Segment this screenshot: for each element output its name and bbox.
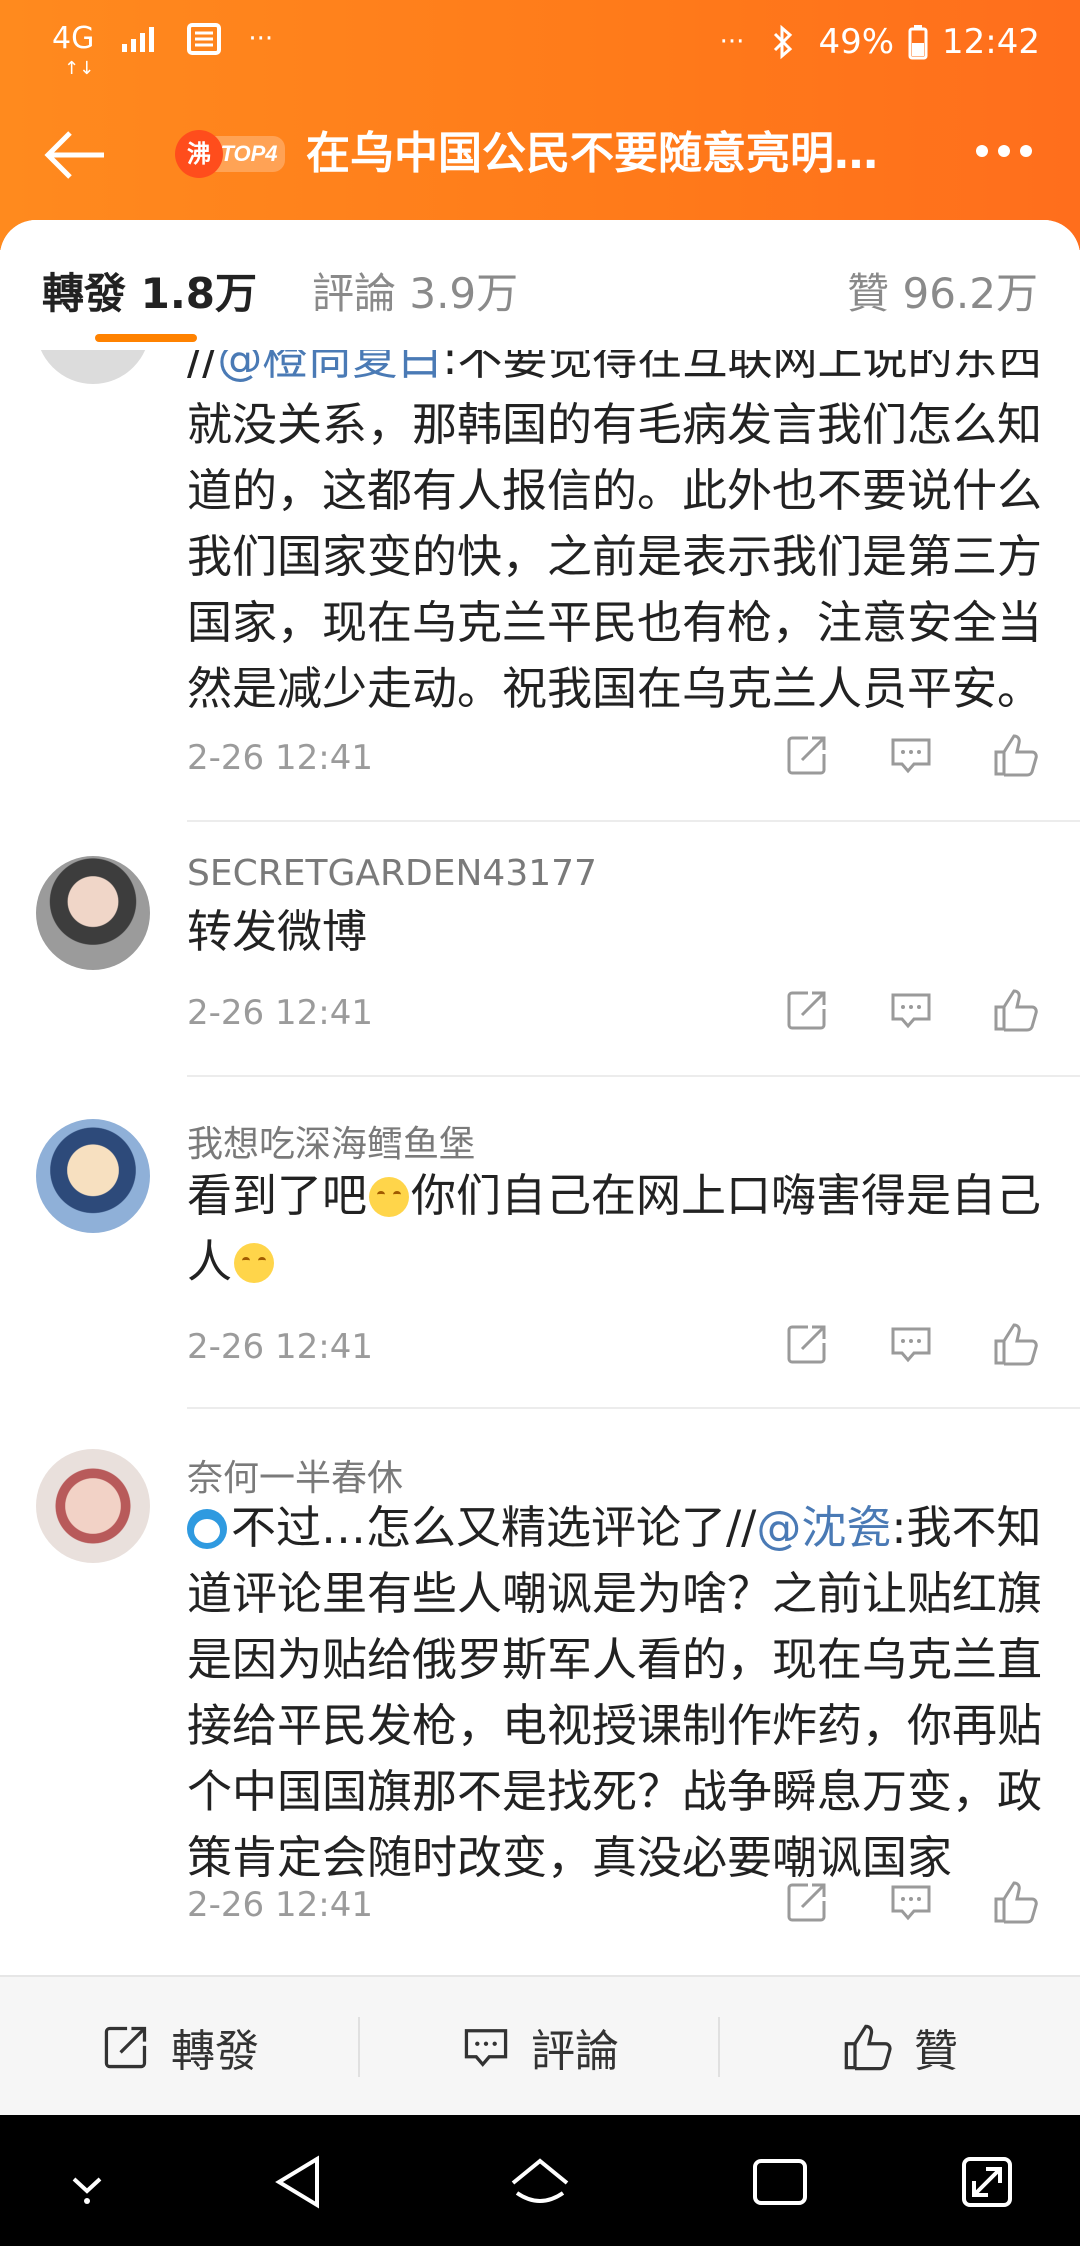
share-icon[interactable] [784, 1879, 830, 1925]
svg-text:TOP4: TOP4 [220, 141, 277, 166]
repost-button[interactable]: 轉發 [0, 1977, 360, 2117]
svg-text:沸: 沸 [187, 140, 211, 168]
status-more: ··· [248, 24, 274, 54]
tab-repost[interactable]: 轉發 1.8万 [42, 260, 257, 321]
comment-icon[interactable] [888, 732, 934, 778]
hot-rank-badge[interactable]: TOP4 沸 [175, 128, 287, 180]
hide-keyboard-icon[interactable] [52, 2147, 122, 2217]
bluetooth-icon [774, 24, 793, 60]
smile-emoji-icon [234, 1243, 275, 1283]
comment-text: 不过…怎么又精选评论了//@沈瓷:我不知道评论里有些人嘲讽是为啥？之前让贴红旗是… [187, 1501, 1043, 1884]
tab-bar: 轉發 1.8万 評論 3.9万 贊 96.2万 [0, 220, 1080, 350]
network-indicator: 4G ↑↓ [52, 21, 95, 80]
expand-icon[interactable] [952, 2147, 1022, 2217]
smile-emoji-icon [369, 1177, 410, 1217]
avatar[interactable] [36, 856, 150, 970]
signal-icon [122, 27, 155, 52]
thumbs-up-icon[interactable] [992, 1879, 1040, 1925]
doraemon-emoji-icon [187, 1509, 227, 1549]
more-options-button[interactable] [976, 136, 1040, 166]
thumbs-up-icon[interactable] [992, 1321, 1040, 1367]
share-icon[interactable] [784, 1321, 830, 1367]
like-button[interactable]: 贊 [720, 1977, 1080, 2117]
item-actions [784, 1879, 1040, 1925]
battery-icon [908, 25, 928, 60]
repost-feed: //@橙尚夏白:不要觉得在互联网上说的东西就没关系，那韩国的有毛病发言我们怎么知… [0, 350, 1080, 1975]
like-label: 贊 [914, 2026, 958, 2077]
item-actions [784, 732, 1040, 778]
thumbs-up-icon[interactable] [992, 987, 1040, 1033]
username[interactable]: 奈何一半春休 [187, 1449, 403, 1501]
back-triangle-icon[interactable] [265, 2147, 335, 2217]
divider [187, 1407, 1080, 1409]
comment-icon[interactable] [888, 1321, 934, 1367]
repost-label: 轉發 [171, 2026, 259, 2077]
timestamp: 2-26 12:41 [187, 1327, 373, 1367]
timestamp: 2-26 12:41 [187, 993, 373, 1033]
comment-text: 看到了吧 你们自己在网上口嗨害得是自己人 [187, 1169, 1042, 1288]
avatar[interactable] [36, 1449, 150, 1563]
comment-text: //@橙尚夏白:不要觉得在互联网上说的东西就没关系，那韩国的有毛病发言我们怎么知… [187, 350, 1047, 722]
comment-text: 转发微博 [187, 905, 368, 958]
username[interactable]: 我想吃深海鳕鱼堡 [187, 1115, 475, 1167]
nav-bar: TOP4 沸 在乌中国公民不要随意亮明… [0, 100, 1080, 210]
tab-like[interactable]: 贊 96.2万 [847, 260, 1038, 321]
active-tab-indicator [95, 334, 197, 342]
back-arrow-icon[interactable] [40, 125, 110, 185]
thumbs-up-icon[interactable] [992, 732, 1040, 778]
news-icon [187, 23, 222, 55]
avatar[interactable] [36, 1119, 150, 1233]
status-bar: 4G ↑↓ ··· ··· 49% 12:42 [0, 0, 1080, 92]
timestamp: 2-26 12:41 [187, 1885, 373, 1925]
tab-comment[interactable]: 評論 3.9万 [312, 260, 518, 321]
battery-percent: 49% [818, 22, 895, 62]
comment-icon[interactable] [888, 1879, 934, 1925]
share-icon [104, 2026, 147, 2069]
username[interactable]: SECRETGARDEN43177 [187, 853, 597, 894]
status-dots: ··· [719, 27, 745, 57]
comment-icon[interactable] [888, 987, 934, 1033]
divider [187, 820, 1080, 822]
content-sheet: 轉發 1.8万 評論 3.9万 贊 96.2万 //@橙尚夏白:不要觉得在互联网… [0, 220, 1080, 1975]
share-icon[interactable] [784, 987, 830, 1033]
comment-icon [464, 2029, 508, 2067]
mention-link[interactable]: @沈瓷 [756, 1501, 891, 1554]
comment-button[interactable]: 評論 [360, 1977, 720, 2117]
home-icon[interactable] [505, 2147, 575, 2217]
share-icon[interactable] [784, 732, 830, 778]
system-navigation-bar [0, 2115, 1080, 2246]
status-time: 12:42 [942, 22, 1040, 62]
bottom-action-bar: 轉發 評論 贊 [0, 1975, 1080, 2117]
divider [187, 1075, 1080, 1077]
recent-apps-icon[interactable] [745, 2147, 815, 2217]
mention-link[interactable]: @橙尚夏白 [217, 350, 442, 385]
item-actions [784, 1321, 1040, 1367]
item-actions [784, 987, 1040, 1033]
thumbs-up-icon [844, 2024, 892, 2071]
comment-label: 評論 [531, 2026, 619, 2077]
avatar[interactable] [36, 350, 150, 384]
page-title: 在乌中国公民不要随意亮明… [306, 128, 878, 179]
timestamp: 2-26 12:41 [187, 738, 373, 778]
